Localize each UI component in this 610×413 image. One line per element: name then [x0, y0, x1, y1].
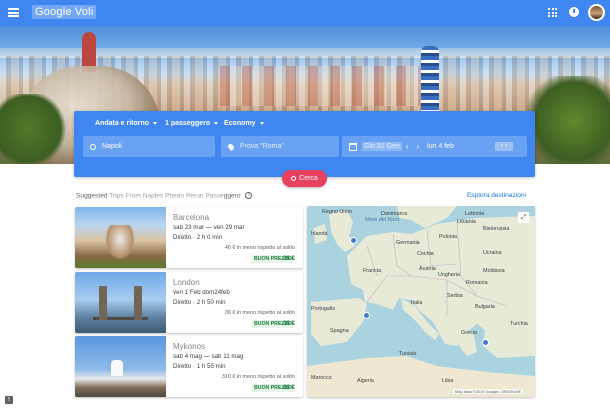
card-flight-info: Diretto · 2 h 0 min — [173, 234, 223, 241]
europe-map[interactable]: Regno Unito Irlanda Mare del Nord Danima… — [307, 206, 535, 397]
map-label-libya: Libia — [442, 378, 454, 384]
chevron-down-icon — [214, 121, 219, 125]
avatar[interactable] — [588, 4, 605, 21]
apps-grid-icon[interactable] — [548, 8, 557, 17]
map-label-france: Francia — [363, 268, 381, 274]
explore-destinations-link[interactable]: Esplora destinazioni — [467, 192, 526, 199]
menu-icon[interactable] — [8, 8, 19, 17]
card-city: Barcelona — [173, 213, 210, 222]
card-price: 88 € — [282, 384, 295, 391]
card-city: London — [173, 278, 200, 287]
date-nav-arrows-icon[interactable]: ‹ › — [495, 142, 513, 151]
suggested-trips-heading: Suggested Trips From Naples Phedo Perun … — [76, 192, 253, 200]
origin-field[interactable]: Napoli — [83, 136, 215, 157]
card-savings-note: 36 € in meno rispetto al solito — [224, 310, 295, 316]
map-label-italy: Italia — [411, 300, 423, 306]
barcelona-photo — [75, 207, 166, 268]
search-button[interactable]: Cerca — [282, 170, 327, 187]
map-label-greece: Grecia — [461, 330, 477, 336]
card-dates: ven 1 Feb dom24feb — [173, 289, 230, 296]
calendar-icon — [349, 142, 357, 151]
map-attribution: Map data ©2019 Google, ORION-ME — [453, 389, 524, 394]
passengers-label: 1 passeggero — [165, 120, 211, 127]
map-label-belarus: Bielorussia — [483, 226, 510, 232]
location-pin-icon — [227, 142, 235, 151]
map-label-tunisia: Tunisia — [399, 351, 417, 357]
map-pin-london[interactable] — [350, 237, 357, 244]
chevron-down-icon — [153, 121, 158, 125]
suggested-heading-prefix: Suggested — [76, 192, 108, 200]
map-label-lithuania: Lituania — [457, 219, 476, 225]
chevron-right-icon[interactable]: › — [416, 142, 419, 151]
chevron-left-icon[interactable]: ‹ — [406, 142, 409, 151]
card-price: 36 € — [282, 255, 295, 262]
card-savings-note: 310 € in meno rispetto al solito — [221, 374, 295, 380]
london-photo — [75, 272, 166, 333]
depart-date[interactable]: Gio 31 Gen — [362, 142, 402, 151]
map-label-algeria: Algeria — [357, 378, 374, 384]
map-label-romania: Romania — [466, 280, 488, 286]
passengers-dropdown[interactable]: 1 passeggero — [165, 120, 219, 127]
card-flight-info: Diretto · 2 h 50 min — [173, 299, 226, 306]
origin-value: Napoli — [102, 143, 122, 150]
top-app-bar: Google Voli — [0, 0, 610, 26]
trip-card-barcelona[interactable]: Barcelona sab 23 mar — ven 29 mar Dirett… — [75, 207, 303, 268]
trip-type-dropdown[interactable]: Andata e ritorno — [95, 120, 158, 127]
suggested-heading-blurred: Trips From Naples Phedo Perun Passe — [109, 192, 224, 200]
fullscreen-icon[interactable]: ⤢ — [518, 212, 529, 223]
card-dates: sab 23 mar — ven 29 mar — [173, 224, 245, 231]
map-label-turkey: Turchia — [510, 321, 528, 327]
search-icon — [291, 176, 297, 181]
map-label-germany: Germania — [396, 240, 420, 246]
cabin-class-dropdown[interactable]: Economy — [224, 120, 264, 127]
map-label-austria: Austria — [419, 266, 436, 272]
map-label-denmark: Danimarca — [381, 211, 408, 217]
suggested-heading-suffix: ggero — [223, 192, 241, 200]
app-title: Google Voli — [32, 5, 97, 19]
map-label-moldova: Moldavia — [483, 268, 505, 274]
map-label-portugal: Portogallo — [311, 306, 336, 312]
feedback-icon[interactable]: ! — [5, 396, 13, 404]
map-label-bulgaria: Bulgaria — [475, 304, 495, 310]
flights-page: Google Voli Andata e ritorno 1 passegger… — [0, 0, 610, 413]
search-button-label: Cerca — [299, 175, 318, 182]
trip-card-mykonos[interactable]: Mykonos sab 4 mag — sab 11 mag Diretto ·… — [75, 336, 303, 397]
map-label-latvia: Lettonia — [465, 211, 485, 217]
card-flight-info: Diretto · 1 h 55 min — [173, 363, 226, 370]
map-label-poland: Polonia — [439, 234, 457, 240]
map-pin-barcelona[interactable] — [363, 312, 370, 319]
notifications-icon[interactable] — [569, 7, 579, 17]
card-dates: sab 4 mag — sab 11 mag — [173, 353, 244, 360]
info-icon[interactable]: i — [245, 192, 253, 199]
map-label-ireland: Irlanda — [311, 231, 328, 237]
card-city: Mykonos — [173, 342, 206, 351]
flight-search-panel: Andata e ritorno 1 passeggero Economy Na… — [74, 111, 535, 177]
return-date[interactable]: lun 4 feb — [427, 143, 454, 150]
map-label-uk: Regno Unito — [322, 209, 352, 215]
map-label-spain: Spagna — [330, 328, 349, 334]
map-label-north-sea: Mare del Nord — [365, 217, 400, 223]
card-savings-note: 46 € in meno rispetto al solito — [224, 245, 295, 251]
map-label-hungary: Ungheria — [438, 272, 460, 278]
trip-type-label: Andata e ritorno — [95, 120, 150, 127]
chevron-down-icon — [259, 121, 264, 125]
cabin-class-label: Economy — [224, 120, 256, 127]
destination-placeholder: Prova "Roma" — [240, 143, 284, 150]
map-pin-mykonos[interactable] — [482, 339, 489, 346]
origin-icon — [90, 143, 96, 150]
map-label-czech: Cechia — [417, 251, 434, 257]
card-price: 36 € — [282, 320, 295, 327]
map-label-serbia: Serbia — [447, 293, 463, 299]
mykonos-photo — [75, 336, 166, 397]
trip-card-london[interactable]: London ven 1 Feb dom24feb Diretto · 2 h … — [75, 272, 303, 333]
map-label-morocco: Marocco — [311, 375, 332, 381]
destination-field[interactable]: Prova "Roma" — [221, 136, 339, 157]
map-label-ukraine: Ucraina — [483, 250, 502, 256]
